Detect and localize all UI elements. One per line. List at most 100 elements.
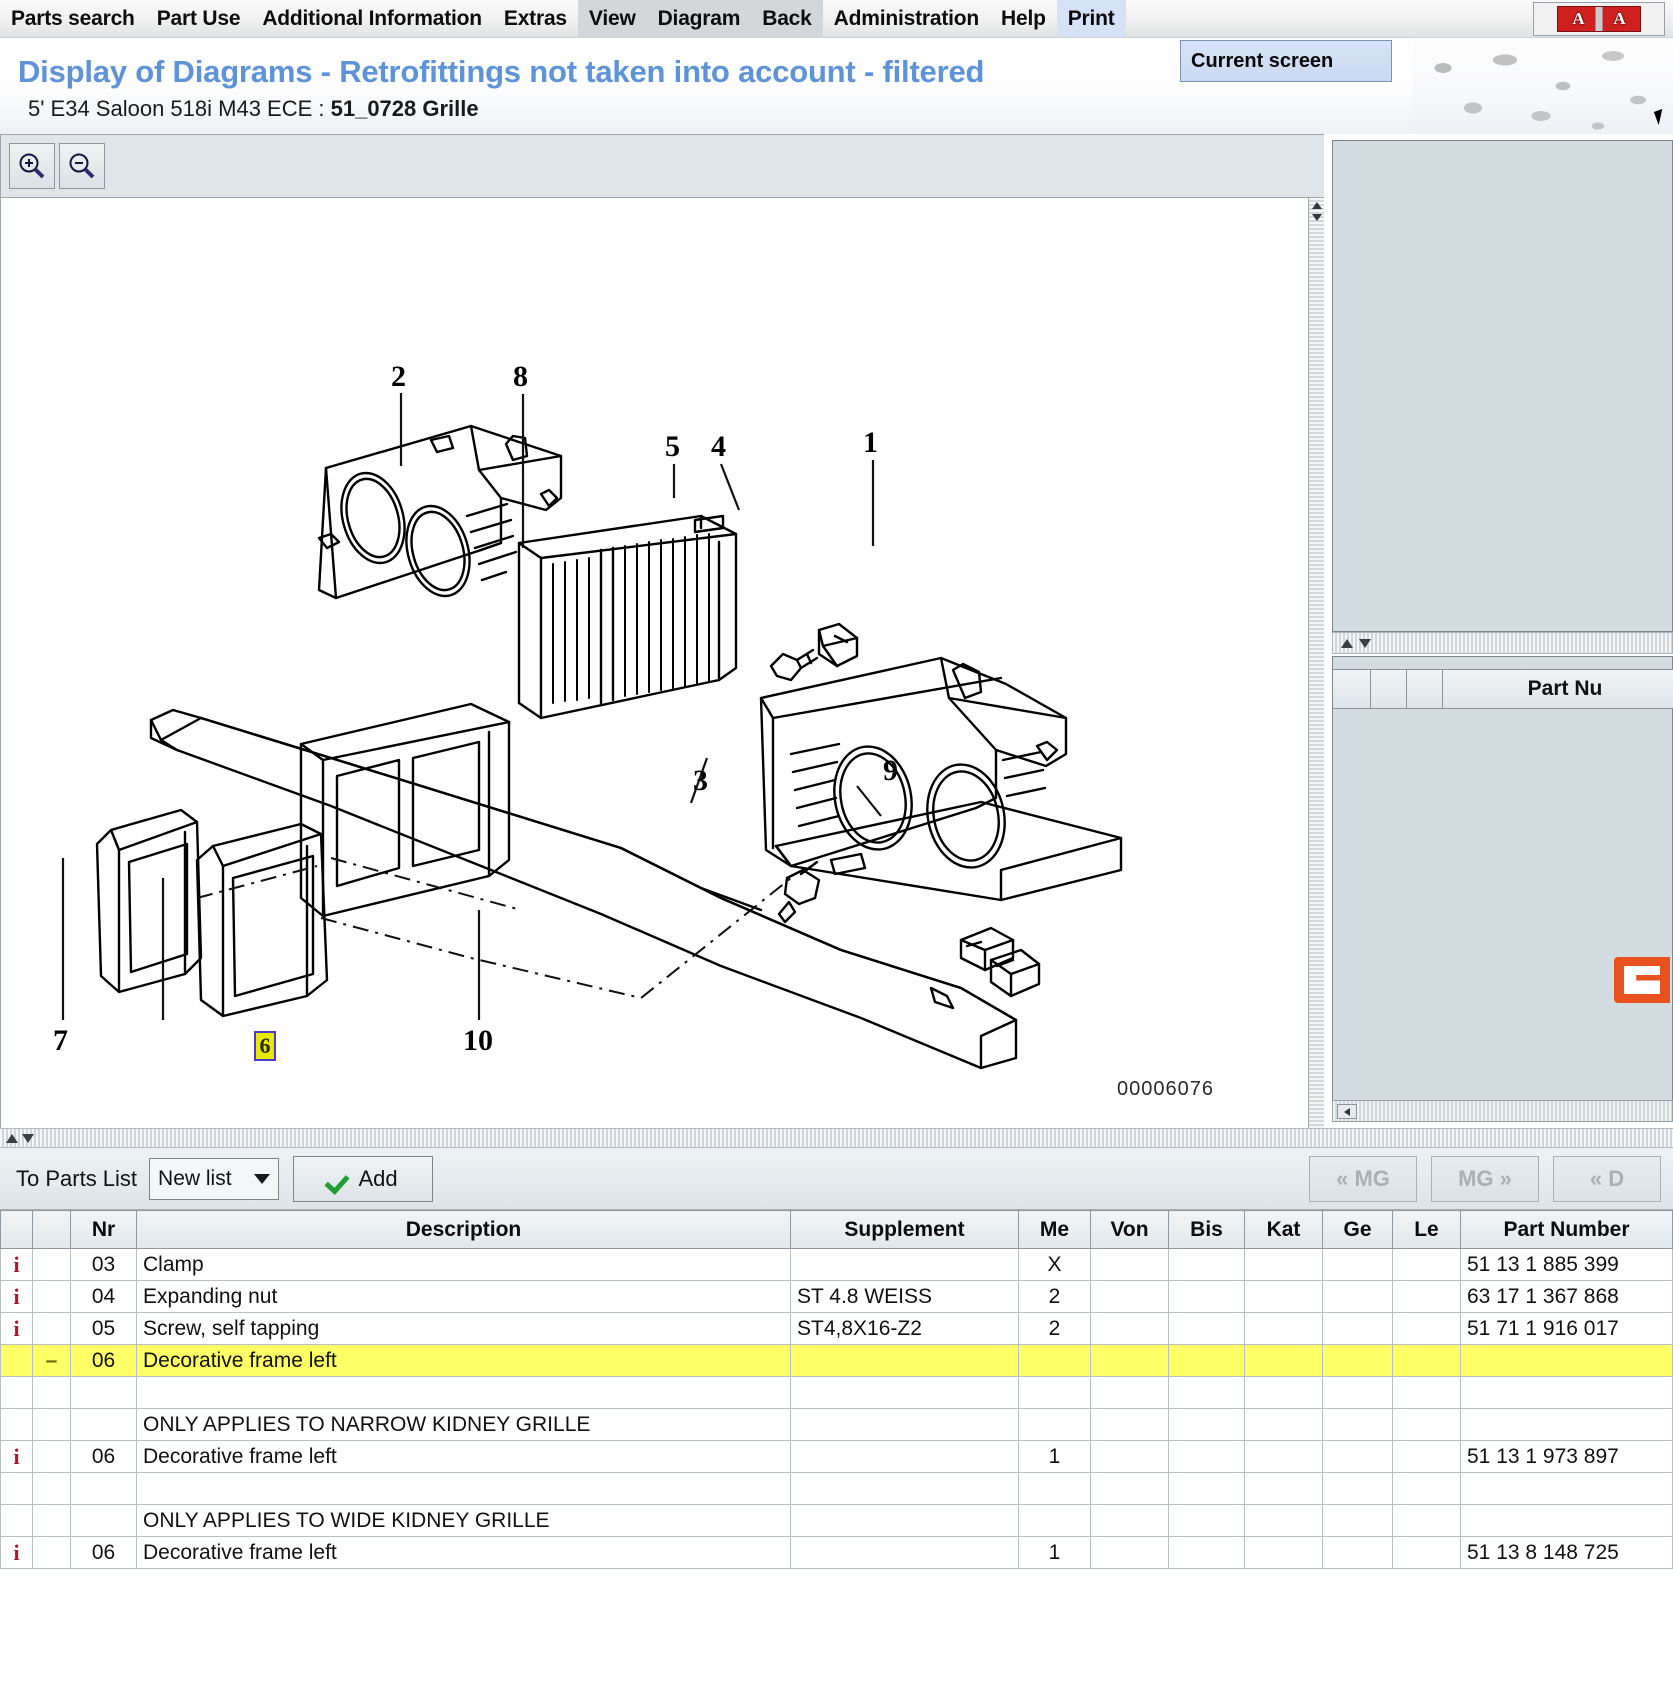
menu-item-back[interactable]: Back <box>751 0 823 37</box>
table-row[interactable] <box>0 1472 1673 1505</box>
callout-8: 8 <box>513 360 528 393</box>
parts-list-select[interactable]: New list <box>149 1157 280 1200</box>
collapse-up-icon[interactable] <box>1341 639 1353 648</box>
app-logo: AA <box>1533 2 1665 36</box>
row-kat <box>1244 1440 1323 1473</box>
col-header-mark[interactable] <box>32 1210 71 1249</box>
row-nr <box>70 1376 137 1409</box>
col-header-info[interactable] <box>0 1210 33 1249</box>
right-panel-horizontal-scrollbar[interactable] <box>1332 1100 1673 1122</box>
row-expand-toggle[interactable] <box>32 1376 71 1409</box>
col-header-le[interactable]: Le <box>1392 1210 1461 1249</box>
row-info-icon[interactable] <box>0 1408 33 1441</box>
row-part-number: 51 71 1 916 017 <box>1460 1312 1673 1345</box>
row-info-icon[interactable]: i <box>0 1536 33 1569</box>
col-header-description[interactable]: Description <box>136 1210 791 1249</box>
menu-item-help[interactable]: Help <box>990 0 1057 37</box>
row-expand-toggle[interactable] <box>32 1280 71 1313</box>
row-supplement <box>790 1536 1019 1569</box>
right-header-col-3 <box>1407 669 1443 709</box>
collapse-down-icon[interactable] <box>1359 639 1371 648</box>
col-header-bis[interactable]: Bis <box>1168 1210 1245 1249</box>
diagram-canvas[interactable]: 2 8 5 4 1 3 9 7 10 6 00006076 <box>0 198 1324 1130</box>
add-button[interactable]: Add <box>293 1155 434 1202</box>
table-row[interactable]: i 06 Decorative frame left 1 51 13 1 973 897 <box>0 1440 1673 1473</box>
menu-item-part-use[interactable]: Part Use <box>146 0 252 37</box>
menu-item-extras[interactable]: Extras <box>493 0 578 37</box>
row-von <box>1090 1440 1169 1473</box>
row-me <box>1018 1472 1091 1505</box>
row-expand-toggle[interactable] <box>32 1536 71 1569</box>
row-expand-toggle[interactable] <box>32 1408 71 1441</box>
next-mg-button[interactable]: MG » <box>1431 1155 1539 1202</box>
row-bis <box>1168 1536 1245 1569</box>
row-expand-toggle[interactable] <box>32 1312 71 1345</box>
prev-mg-button[interactable]: « MG <box>1309 1155 1417 1202</box>
menu-item-view[interactable]: View <box>577 0 647 37</box>
scroll-left-button[interactable] <box>1337 1104 1357 1119</box>
row-expand-toggle[interactable] <box>32 1440 71 1473</box>
zoom-out-button[interactable] <box>59 143 105 189</box>
row-expand-toggle[interactable] <box>32 1472 71 1505</box>
row-bis <box>1168 1504 1245 1537</box>
row-info-icon[interactable]: i <box>0 1440 33 1473</box>
row-info-icon[interactable]: i <box>0 1280 33 1313</box>
table-row[interactable]: i 04 Expanding nut ST 4.8 WEISS 2 63 17 1 367… <box>0 1280 1673 1313</box>
col-header-kat[interactable]: Kat <box>1244 1210 1323 1249</box>
row-ge <box>1322 1344 1393 1377</box>
print-menu-current-screen[interactable]: Current screen <box>1180 40 1392 82</box>
menu-item-diagram[interactable]: Diagram <box>646 0 752 37</box>
row-me: 2 <box>1018 1280 1091 1313</box>
row-info-icon[interactable]: i <box>0 1312 33 1345</box>
col-header-von[interactable]: Von <box>1090 1210 1169 1249</box>
col-header-ge[interactable]: Ge <box>1322 1210 1393 1249</box>
table-row[interactable]: i 06 Decorative frame left 1 51 13 8 148 725 <box>0 1536 1673 1569</box>
prev-d-button[interactable]: « D <box>1553 1155 1661 1202</box>
right-panel-splitter[interactable] <box>1332 632 1673 654</box>
row-me <box>1018 1408 1091 1441</box>
row-le <box>1392 1472 1461 1505</box>
row-info-icon[interactable] <box>0 1376 33 1409</box>
zoom-in-button[interactable] <box>9 143 55 189</box>
table-row[interactable]: ONLY APPLIES TO NARROW KIDNEY GRILLE <box>0 1408 1673 1441</box>
col-header-me[interactable]: Me <box>1018 1210 1091 1249</box>
callout-6-highlighted[interactable]: 6 <box>254 1031 276 1061</box>
row-info-icon[interactable] <box>0 1472 33 1505</box>
row-supplement: ST 4.8 WEISS <box>790 1280 1019 1313</box>
row-bis <box>1168 1440 1245 1473</box>
row-le <box>1392 1280 1461 1313</box>
row-expand-toggle[interactable]: – <box>32 1344 71 1377</box>
table-row[interactable] <box>0 1376 1673 1409</box>
menu-bar: Parts search Part Use Additional Informa… <box>0 0 1673 38</box>
row-info-icon[interactable] <box>0 1504 33 1537</box>
row-kat <box>1244 1536 1323 1569</box>
col-header-nr[interactable]: Nr <box>70 1210 137 1249</box>
row-expand-toggle[interactable] <box>32 1248 71 1281</box>
menu-item-administration[interactable]: Administration <box>823 0 990 37</box>
col-header-supplement[interactable]: Supplement <box>790 1210 1019 1249</box>
scroll-down-icon[interactable] <box>1312 214 1322 221</box>
table-row[interactable]: i 03 Clamp X 51 13 1 885 399 <box>0 1248 1673 1281</box>
row-kat <box>1244 1344 1323 1377</box>
col-header-part-number[interactable]: Part Number <box>1460 1210 1673 1249</box>
diagram-vertical-scrollbar[interactable] <box>1308 198 1324 1130</box>
row-nr <box>70 1408 137 1441</box>
right-panel-bottom: Part Nu <box>1332 656 1673 1116</box>
row-von <box>1090 1472 1169 1505</box>
table-row[interactable]: i 05 Screw, self tapping ST4,8X16-Z2 2 51 71 … <box>0 1312 1673 1345</box>
row-expand-toggle[interactable] <box>32 1504 71 1537</box>
scroll-up-icon[interactable] <box>1312 202 1322 209</box>
menu-item-parts-search[interactable]: Parts search <box>0 0 146 37</box>
table-row[interactable]: ONLY APPLIES TO WIDE KIDNEY GRILLE <box>0 1504 1673 1537</box>
row-description: Clamp <box>136 1248 791 1281</box>
table-row[interactable]: –06 Decorative frame left <box>0 1344 1673 1377</box>
main-collapse-down-icon[interactable] <box>22 1134 34 1143</box>
row-nr: 03 <box>70 1248 137 1281</box>
row-info-icon[interactable]: i <box>0 1248 33 1281</box>
row-info-icon[interactable] <box>0 1344 33 1377</box>
main-splitter[interactable] <box>0 1128 1673 1148</box>
row-le <box>1392 1376 1461 1409</box>
menu-item-additional-information[interactable]: Additional Information <box>251 0 493 37</box>
main-collapse-up-icon[interactable] <box>6 1134 18 1143</box>
menu-item-print[interactable]: Print <box>1056 0 1126 37</box>
